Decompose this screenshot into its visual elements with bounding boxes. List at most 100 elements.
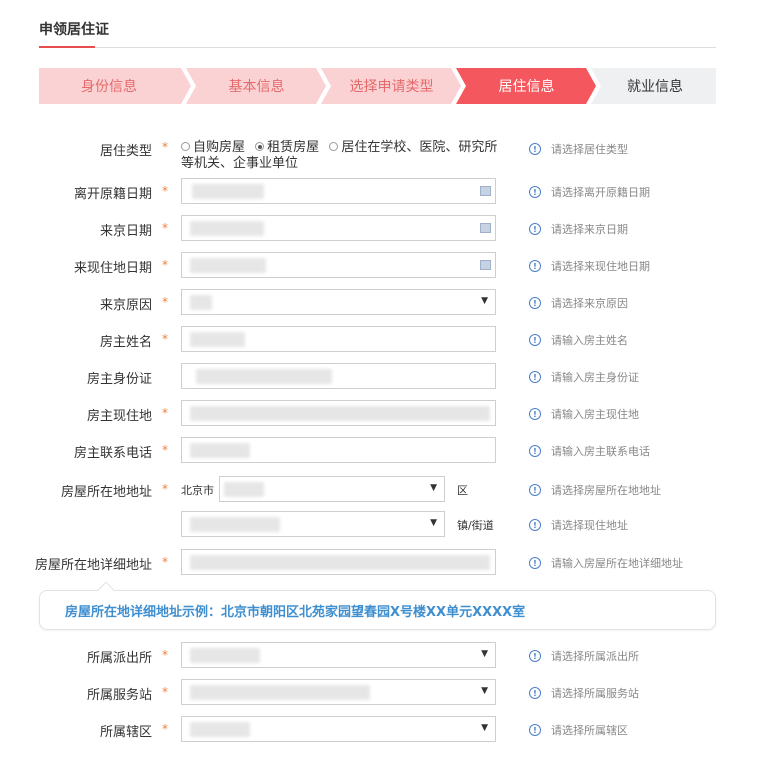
required-mark: * [162,443,168,457]
radio-own-house-label[interactable]: 自购房屋 [193,140,245,155]
landlord-id-input[interactable] [181,363,496,389]
calendar-icon[interactable] [480,260,491,270]
city-text: 北京市 [181,484,214,497]
required-mark: * [162,295,168,309]
hint-text: 请输入房屋所在地详细地址 [551,557,683,570]
radio-rent-house-label[interactable]: 租赁房屋 [267,140,319,155]
jurisdiction-hint: ! 请选择所属辖区 [529,722,628,738]
redacted-value [190,406,490,421]
hint-text: 请选择房屋所在地地址 [551,484,661,497]
landlord-address-input[interactable] [181,400,496,426]
arrive-current-date-hint: ! 请选择来现住地日期 [529,258,650,274]
redacted-value [190,295,212,310]
landlord-address-hint: ! 请输入房主现住地 [529,406,639,422]
house-detail-input[interactable] [181,549,496,575]
house-detail-hint: ! 请输入房屋所在地详细地址 [529,555,683,571]
required-mark: * [162,140,168,154]
info-circle-icon: ! [529,650,541,662]
jurisdiction-select[interactable]: ▼ [181,716,496,742]
chevron-down-icon: ▼ [481,686,488,696]
required-mark: * [162,332,168,346]
required-mark: * [162,722,168,736]
info-circle-icon: ! [529,223,541,235]
arrive-beijing-date-hint: ! 请选择来京日期 [529,221,628,237]
radio-own-house[interactable] [181,142,190,151]
calendar-icon[interactable] [480,186,491,196]
leave-date-input[interactable] [181,178,496,204]
step-label: 选择申请类型 [349,79,434,95]
service-station-select[interactable]: ▼ [181,679,496,705]
landlord-address-label: 房主现住地 [86,409,152,424]
hint-text: 请选择现住地址 [551,519,628,532]
info-circle-icon: ! [529,519,541,531]
street-select[interactable]: ▼ [181,511,445,537]
step-basic: 基本信息 [189,68,324,104]
hint-text: 请输入房主身份证 [551,371,639,384]
radio-rent-house[interactable] [255,142,265,151]
required-mark: * [162,555,168,569]
required-mark: * [162,685,168,699]
step-label: 就业信息 [627,79,683,95]
calendar-icon[interactable] [480,223,491,233]
district-select[interactable]: ▼ [219,476,445,502]
redacted-value [190,332,245,347]
landlord-name-label: 房主姓名 [99,335,152,350]
step-label: 居住信息 [498,79,555,95]
arrive-current-date-label: 来现住地日期 [73,261,152,276]
info-circle-icon: ! [529,143,541,155]
residence-type-hint: ! 请选择居住类型 [529,141,628,157]
info-circle-icon: ! [529,557,541,569]
info-circle-icon: ! [529,371,541,383]
arrive-beijing-date-input[interactable] [181,215,496,241]
hint-text: 请选择来现住地日期 [551,260,650,273]
chevron-down-icon: ▼ [430,518,437,528]
required-mark: * [162,648,168,662]
landlord-id-hint: ! 请输入房主身份证 [529,369,639,385]
landlord-name-hint: ! 请输入房主姓名 [529,332,628,348]
hint-text: 请选择居住类型 [551,143,628,156]
hint-text: 请输入房主现住地 [551,408,639,421]
hint-text: 请选择所属服务站 [551,687,639,700]
required-mark: * [162,184,168,198]
chevron-down-icon: ▼ [481,723,488,733]
redacted-value [190,221,264,236]
redacted-value [190,443,250,458]
service-station-hint: ! 请选择所属服务站 [529,685,639,701]
landlord-phone-input[interactable] [181,437,496,463]
step-label: 身份信息 [81,79,137,95]
reason-select[interactable]: ▼ [181,289,496,315]
info-circle-icon: ! [529,445,541,457]
required-mark: * [162,482,168,496]
redacted-value [190,517,280,532]
step-residence: 居住信息 [459,68,594,104]
step-employment: 就业信息 [594,68,716,104]
house-address-hint: ! 请选择房屋所在地地址 [529,482,661,498]
required-mark: * [162,258,168,272]
landlord-phone-label: 房主联系电话 [73,446,152,461]
redacted-value [192,184,264,199]
landlord-name-input[interactable] [181,326,496,352]
step-apply-type: 选择申请类型 [324,68,459,104]
house-detail-label: 房屋所在地详细地址 [34,558,152,573]
info-circle-icon: ! [529,186,541,198]
police-station-label: 所属派出所 [86,651,152,666]
info-circle-icon: ! [529,484,541,496]
arrive-current-date-input[interactable] [181,252,496,278]
police-station-select[interactable]: ▼ [181,642,496,668]
leave-date-hint: ! 请选择离开原籍日期 [529,184,650,200]
title-accent-bar [39,46,95,48]
redacted-value [190,258,266,273]
radio-institution[interactable] [329,142,339,151]
residence-type-radio-group: 自购房屋 租赁房屋 居住在学校、医院、研究所等机关、企事业单位 [181,140,501,172]
info-circle-icon: ! [529,724,541,736]
redacted-value [190,648,260,663]
page-title: 申领居住证 [39,22,109,38]
reason-label: 来京原因 [99,298,152,313]
redacted-value [190,722,250,737]
street-hint: ! 请选择现住地址 [529,517,628,533]
house-address-label: 房屋所在地地址 [60,485,152,500]
redacted-value [196,369,332,384]
redacted-value [190,555,490,570]
tooltip-pointer [97,581,115,599]
info-circle-icon: ! [529,334,541,346]
